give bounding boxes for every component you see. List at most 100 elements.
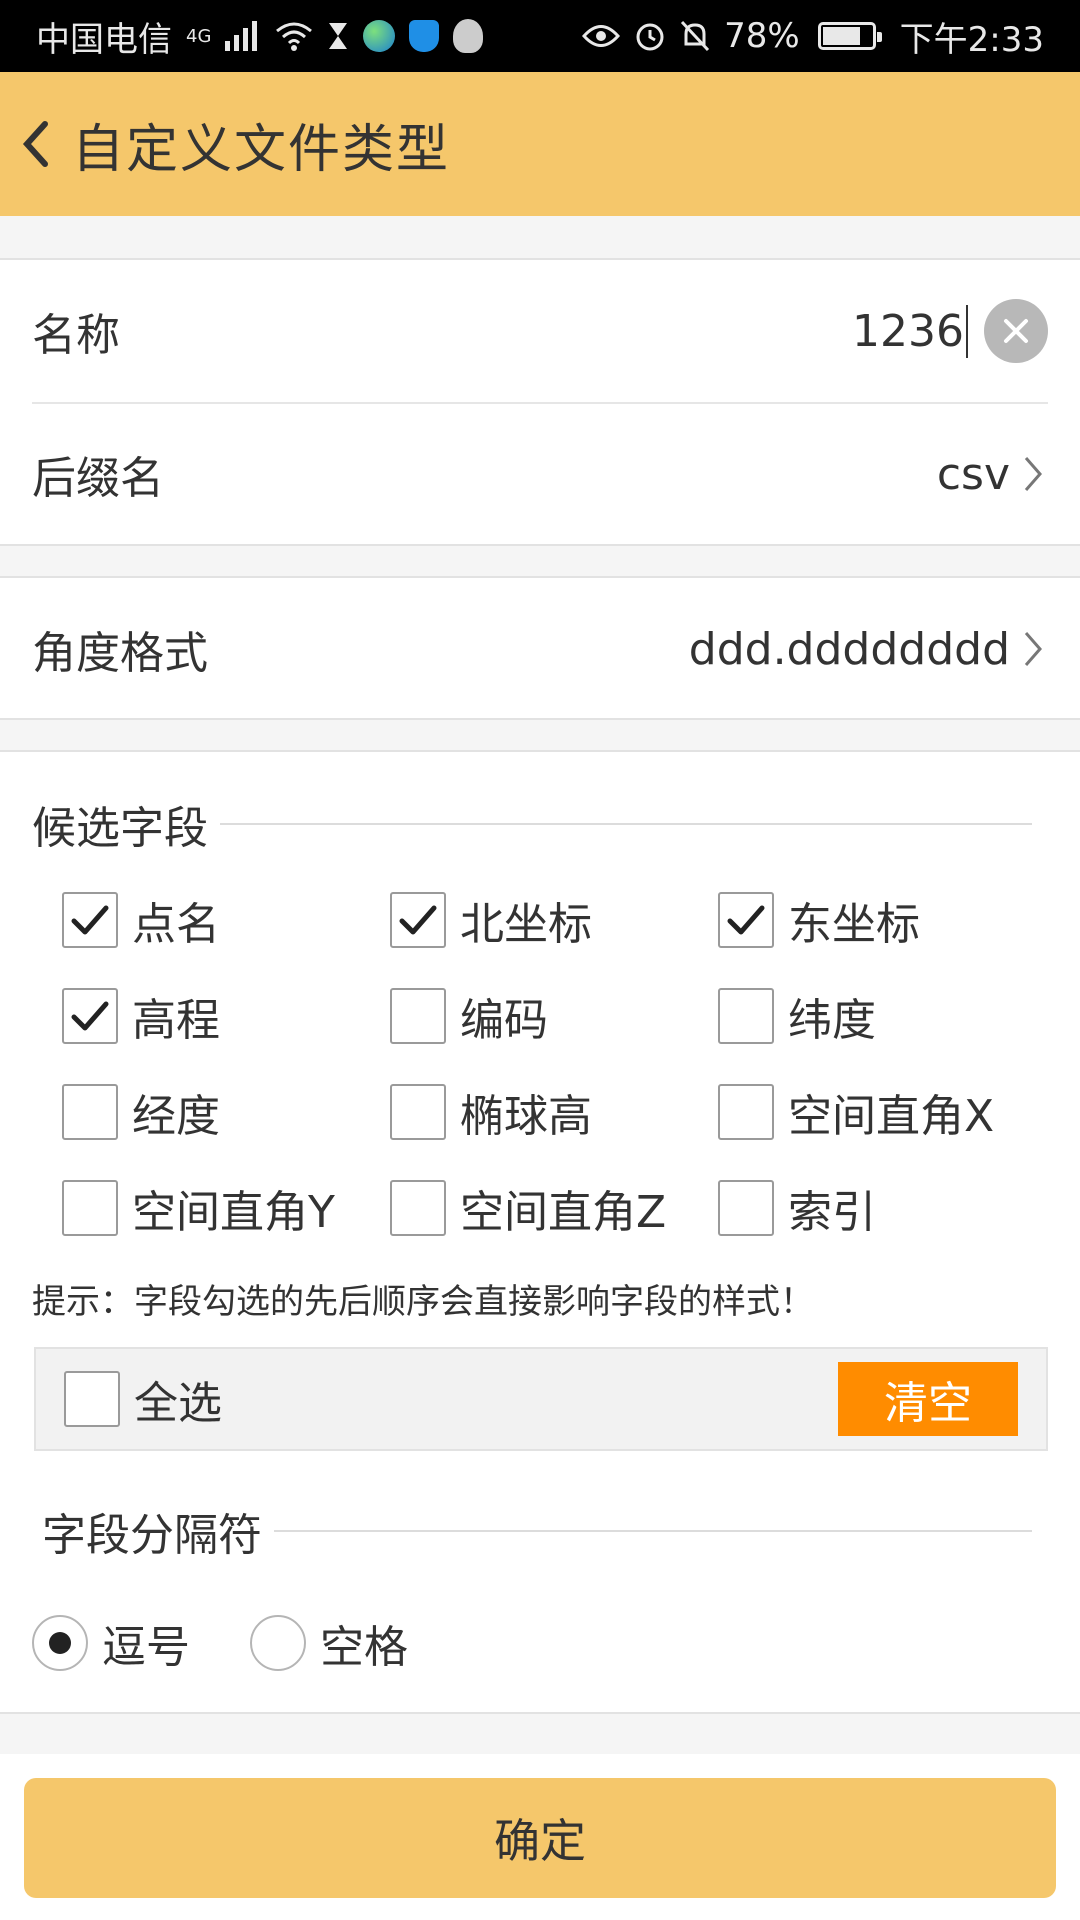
battery-fill (822, 27, 860, 45)
security-shield-icon (409, 20, 440, 52)
field-checkbox[interactable] (718, 892, 774, 948)
separator-title: 字段分隔符 (42, 1495, 1048, 1567)
field-checkbox[interactable] (62, 1180, 118, 1236)
field-option[interactable]: 纬度 (718, 988, 1062, 1046)
signal-icon (225, 21, 261, 51)
angle-label: 角度格式 (32, 628, 208, 679)
field-option-label: 空间直角Z (460, 1187, 667, 1238)
field-order-hint: 提示：字段勾选的先后顺序会直接影响字段的样式！ (32, 1282, 814, 1322)
field-checkbox[interactable] (718, 988, 774, 1044)
field-option[interactable]: 北坐标 (390, 892, 718, 950)
field-checkbox[interactable] (718, 1084, 774, 1140)
suffix-label: 后缀名 (32, 453, 164, 504)
field-option[interactable]: 索引 (718, 1180, 1062, 1238)
section-gap (0, 216, 1080, 258)
separator-option-label: 空格 (320, 1622, 408, 1673)
radio-selected-dot (49, 1632, 71, 1654)
field-checkbox[interactable] (390, 892, 446, 948)
separator-radio[interactable] (250, 1615, 306, 1671)
field-option-label: 纬度 (788, 995, 876, 1046)
candidate-fields-title: 候选字段 (32, 788, 1048, 860)
divider (274, 1530, 1032, 1532)
field-checkbox[interactable] (718, 1180, 774, 1236)
section-gap (0, 1714, 1080, 1754)
select-all-checkbox[interactable] (64, 1371, 120, 1427)
battery-percent: 78% (724, 16, 800, 56)
clear-input-icon[interactable] (984, 299, 1048, 363)
field-option-label: 经度 (132, 1091, 220, 1142)
basic-info-section: 名称 后缀名 csv (0, 258, 1080, 546)
section-gap (0, 546, 1080, 578)
field-option[interactable]: 空间直角Y (62, 1180, 390, 1238)
checkmark-icon (399, 905, 437, 935)
separator-radio[interactable] (32, 1615, 88, 1671)
field-checkbox[interactable] (390, 988, 446, 1044)
field-option-label: 索引 (788, 1187, 876, 1238)
field-option-label: 东坐标 (788, 899, 920, 950)
status-left: 中国电信 4G (36, 12, 484, 61)
page-title: 自定义文件类型 (72, 119, 451, 180)
angle-section: 角度格式 ddd.dddddddd (0, 576, 1080, 720)
select-all-label: 全选 (134, 1378, 222, 1429)
battery-icon (817, 22, 882, 50)
mute-bell-icon (680, 20, 710, 52)
checkmark-icon (727, 905, 765, 935)
field-checkbox[interactable] (390, 1180, 446, 1236)
name-row: 名称 (32, 260, 1048, 402)
name-input[interactable] (648, 304, 968, 358)
field-option-label: 高程 (132, 995, 220, 1046)
field-option[interactable]: 空间直角Z (390, 1180, 718, 1238)
app-header: 自定义文件类型 (0, 72, 1080, 216)
field-option[interactable]: 空间直角X (718, 1084, 1062, 1142)
section-gap (0, 720, 1080, 752)
browser-globe-icon (363, 20, 396, 52)
carrier-label: 中国电信 (36, 19, 172, 60)
field-option-label: 空间直角Y (132, 1187, 335, 1238)
field-option[interactable]: 东坐标 (718, 892, 1062, 950)
checkmark-icon (71, 905, 109, 935)
field-option[interactable]: 高程 (62, 988, 390, 1046)
angle-format-row[interactable]: 角度格式 ddd.dddddddd (32, 578, 1048, 720)
separator-radio-group: 逗号 空格 (32, 1611, 1080, 1675)
field-checkbox[interactable] (62, 1084, 118, 1140)
field-option-label: 点名 (132, 899, 220, 950)
field-option[interactable]: 点名 (62, 892, 390, 950)
field-option-label: 椭球高 (460, 1091, 592, 1142)
field-option[interactable]: 椭球高 (390, 1084, 718, 1142)
field-option-label: 北坐标 (460, 899, 592, 950)
separator-label: 字段分隔符 (42, 1510, 262, 1561)
field-option[interactable]: 经度 (62, 1084, 390, 1142)
fields-section: 候选字段 点名 北坐标 东坐标高程 编码 纬度经度 椭球高 空间直角X 空间直角Y 空间直角Z 索… (0, 750, 1080, 1714)
alarm-icon (634, 20, 666, 52)
back-arrow-icon[interactable] (6, 72, 66, 216)
field-checkbox[interactable] (390, 1084, 446, 1140)
separator-option[interactable]: 空格 (250, 1611, 408, 1675)
checkmark-icon (71, 1001, 109, 1031)
suffix-row[interactable]: 后缀名 csv (32, 402, 1048, 544)
status-right: 78% 下午2:33 (582, 12, 1044, 61)
separator-option-label: 逗号 (102, 1622, 190, 1673)
field-option-label: 编码 (460, 995, 548, 1046)
candidate-fields-label: 候选字段 (32, 803, 208, 854)
select-all-bar: 全选 清空 (34, 1347, 1048, 1451)
wifi-icon (275, 21, 313, 51)
field-option[interactable]: 编码 (390, 988, 718, 1046)
eye-comfort-icon (582, 23, 621, 49)
divider (220, 823, 1032, 825)
name-label: 名称 (32, 310, 120, 361)
field-checkbox-grid: 点名 北坐标 东坐标高程 编码 纬度经度 椭球高 空间直角X 空间直角Y 空间直角Z 索引 (62, 892, 1062, 1238)
hourglass-icon (327, 21, 349, 51)
clear-selection-button[interactable]: 清空 (838, 1362, 1018, 1436)
field-checkbox[interactable] (62, 988, 118, 1044)
network-label: 4G (186, 25, 212, 47)
separator-option[interactable]: 逗号 (32, 1611, 190, 1675)
status-bar: 中国电信 4G 78% 下午2:33 (0, 0, 1080, 72)
field-checkbox[interactable] (62, 892, 118, 948)
chevron-right-icon (1022, 627, 1048, 671)
suffix-value: csv (936, 448, 1010, 500)
field-option-label: 空间直角X (788, 1091, 995, 1142)
clock: 下午2:33 (899, 19, 1044, 60)
confirm-button[interactable]: 确定 (24, 1778, 1056, 1898)
angle-value: ddd.dddddddd (688, 623, 1010, 675)
chevron-right-icon (1022, 452, 1048, 496)
